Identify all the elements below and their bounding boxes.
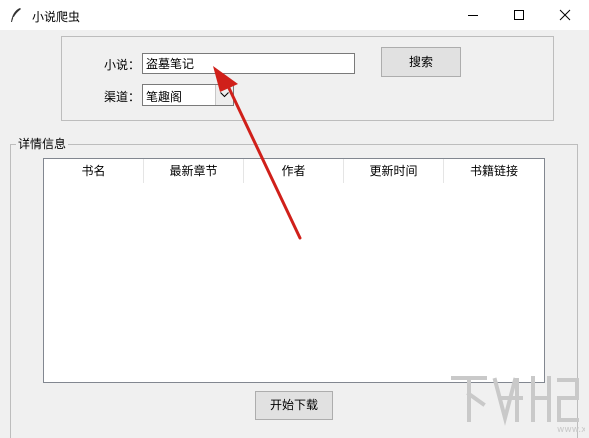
svg-text:www.xz7.com: www.xz7.com: [557, 425, 585, 434]
watermark-logo: www.xz7.com: [451, 376, 585, 434]
